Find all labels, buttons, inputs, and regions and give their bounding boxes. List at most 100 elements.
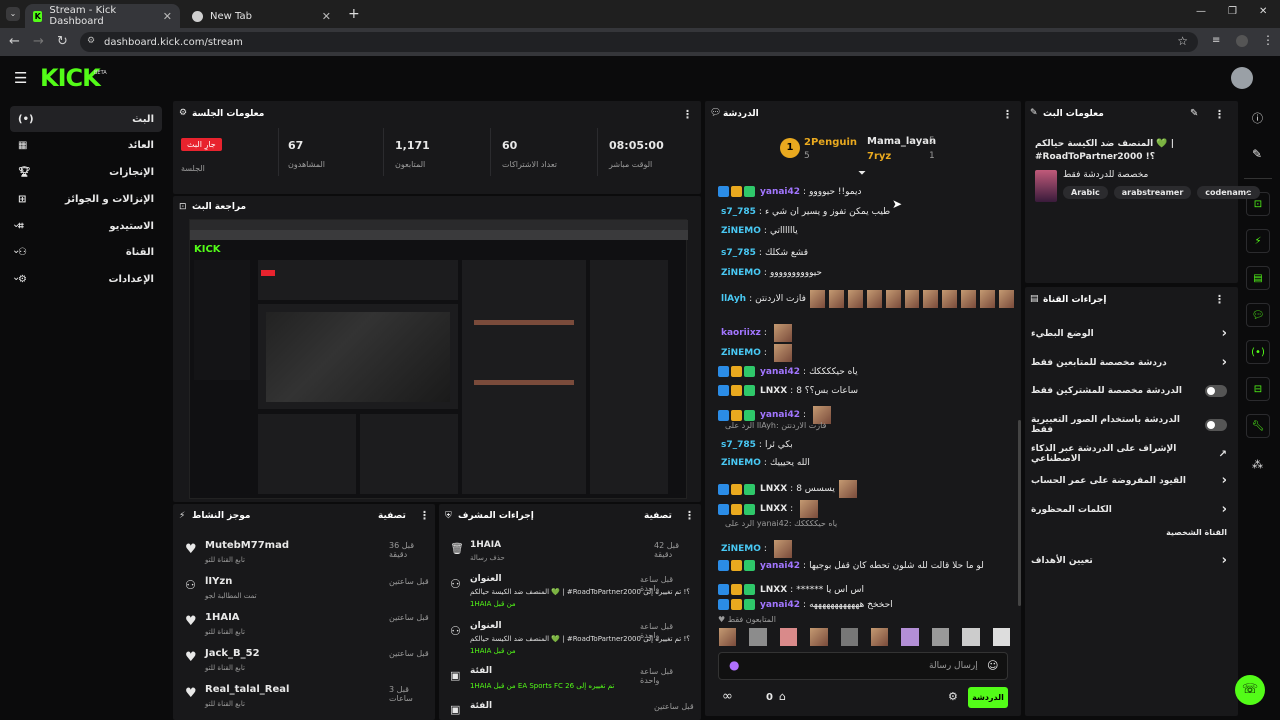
screenshot-icon[interactable]: ⊡ — [1246, 192, 1270, 216]
emote[interactable] — [992, 628, 1011, 646]
chat-username[interactable]: ZiNEMO — [721, 458, 761, 468]
kick-logo[interactable]: KICK — [40, 64, 101, 92]
tag[interactable]: Arabic — [1063, 186, 1108, 199]
banned-words-row[interactable]: الكلمات المحظورة › — [1031, 502, 1227, 517]
close-tab-icon[interactable]: ✕ — [322, 10, 331, 23]
set-goals-row[interactable]: تعيين الأهداف › — [1031, 553, 1227, 568]
sidebar-item-drops[interactable]: ⊞ الإنزالات و الجوائز — [10, 186, 162, 212]
back-icon[interactable]: ← — [9, 34, 20, 49]
infinity-icon[interactable]: ∞ — [722, 689, 733, 704]
shapes-icon[interactable]: ⁂ — [1252, 458, 1263, 471]
chat-username[interactable]: ZiNEMO — [721, 544, 761, 554]
emote[interactable] — [840, 628, 859, 646]
mic-icon[interactable]: ● — [729, 658, 739, 672]
emote[interactable] — [810, 628, 828, 646]
panel-menu-icon[interactable]: ⋮ — [684, 509, 695, 522]
mod-name[interactable]: العنوان — [470, 621, 502, 631]
subs-only-toggle[interactable] — [1205, 385, 1227, 397]
emotes-only-toggle[interactable] — [1205, 419, 1227, 431]
ai-moderation-row[interactable]: الإشراف على الدردشة عبر الذكاء الاصطناعي… — [1031, 444, 1227, 464]
chat-input[interactable]: ☺ إرسال رسالة ● — [718, 652, 1008, 680]
profile-icon[interactable] — [1236, 35, 1248, 47]
account-age-row[interactable]: القيود المفروضة على عمر الحساب › — [1031, 473, 1227, 488]
mod-name[interactable]: الفئة — [470, 666, 492, 676]
activity-name[interactable]: lIYzn — [205, 576, 232, 587]
chat-username[interactable]: LNXX — [760, 484, 787, 494]
reload-icon[interactable]: ↻ — [57, 34, 68, 49]
window-controls[interactable]: — ❐ ✕ — [1196, 6, 1267, 17]
mod-name[interactable]: العنوان — [470, 574, 502, 584]
forward-icon[interactable]: → — [33, 34, 44, 49]
hamburger-menu-icon[interactable]: ☰ — [14, 69, 27, 87]
filter-button[interactable]: تصفية — [644, 511, 672, 521]
tab-list-button[interactable]: ⌄ — [6, 7, 20, 21]
chat-username[interactable]: yanai42 — [760, 367, 800, 377]
notes-icon[interactable]: ▤ — [1246, 266, 1270, 290]
emote[interactable] — [931, 628, 950, 646]
emoji-icon[interactable]: ☺ — [987, 659, 998, 672]
chevron-down-icon[interactable]: ⌄ — [12, 219, 20, 230]
browser-tab-kick[interactable]: K Stream - Kick Dashboard ✕ — [25, 4, 180, 28]
emote[interactable] — [901, 628, 919, 646]
leaderboard-name[interactable]: 2Penguin — [804, 137, 857, 148]
info-icon[interactable]: ⓘ — [1252, 110, 1263, 126]
send-chat-button[interactable]: الدردشة — [968, 687, 1008, 708]
address-bar[interactable]: ⚙ dashboard.kick.com/stream ☆ — [80, 32, 1198, 52]
panel-menu-icon[interactable]: ⋮ — [1214, 108, 1225, 121]
chat-username[interactable]: s7_785 — [721, 248, 756, 258]
sidebar-item-home[interactable]: ▦ العائد — [10, 132, 162, 158]
chat-bubble-icon[interactable]: 💬︎ — [1246, 303, 1270, 327]
browser-tab-newtab[interactable]: New Tab ✕ — [184, 4, 339, 28]
layout-icon[interactable]: ⊟ — [1246, 377, 1270, 401]
chevron-down-icon[interactable]: ⌄ — [12, 272, 20, 283]
maximize-icon[interactable]: ❐ — [1228, 6, 1237, 17]
minimize-icon[interactable]: — — [1196, 6, 1206, 17]
mod-name[interactable]: 1HAIA — [470, 540, 501, 550]
new-tab-icon[interactable]: + — [348, 6, 360, 22]
chat-scrollbar[interactable] — [1018, 420, 1021, 606]
broadcast-icon[interactable]: (•) — [1246, 340, 1270, 364]
chat-username[interactable]: ZiNEMO — [721, 268, 761, 278]
chat-username[interactable]: s7_785 — [721, 207, 756, 217]
emote[interactable] — [719, 628, 737, 646]
tag[interactable]: arabstreamer — [1113, 186, 1192, 199]
chat-username[interactable]: yanai42 — [760, 187, 800, 197]
chat-username[interactable]: yanai42 — [760, 600, 800, 610]
panel-menu-icon[interactable]: ⋮ — [682, 108, 693, 121]
sidebar-item-settings[interactable]: ⚙ الإعدادات — [10, 266, 162, 292]
chat-username[interactable]: yanai42 — [760, 410, 800, 420]
chat-username[interactable]: yanai42 — [760, 561, 800, 571]
bookmark-star-icon[interactable]: ☆ — [1177, 34, 1188, 48]
slow-mode-row[interactable]: الوضع البطيء › — [1031, 326, 1227, 341]
chat-username[interactable]: ZiNEMO — [721, 348, 761, 358]
chat-username[interactable]: ZiNEMO — [721, 226, 761, 236]
sidebar-item-studio[interactable]: ⌗ الاستيديو — [10, 213, 162, 239]
stream-preview-video[interactable]: KICK — [189, 219, 688, 499]
leaderboard-name[interactable]: Mama_layan — [867, 136, 936, 147]
sidebar-item-channel[interactable]: ⚇ القناة — [10, 239, 162, 265]
pencil-icon[interactable]: ✎ — [1252, 147, 1262, 161]
chat-settings-icon[interactable]: ⚙ — [948, 690, 958, 703]
chat-username[interactable]: LNXX — [760, 504, 787, 514]
close-window-icon[interactable]: ✕ — [1259, 6, 1267, 17]
sidebar-item-stream[interactable]: (•) البث — [10, 106, 162, 132]
emote[interactable] — [749, 628, 767, 646]
leaderboard-name[interactable]: 7ryz — [867, 151, 891, 162]
user-avatar[interactable] — [1231, 67, 1253, 89]
browser-menu-icon[interactable]: ⋮ — [1262, 33, 1274, 47]
edit-icon[interactable]: ✎ — [1190, 108, 1198, 119]
filter-button[interactable]: تصفية — [378, 511, 406, 521]
panel-menu-icon[interactable]: ⋮ — [1002, 108, 1013, 121]
site-info-icon[interactable]: ⚙ — [87, 36, 95, 46]
activity-name[interactable]: MutebM77mad — [205, 540, 289, 551]
mod-name[interactable]: الفئة — [470, 701, 492, 711]
close-tab-icon[interactable]: ✕ — [163, 10, 172, 23]
extensions-icon[interactable]: ≡ — [1212, 35, 1220, 46]
chat-username[interactable]: s7_785 — [721, 440, 756, 450]
help-chat-button[interactable]: ☏ — [1235, 675, 1265, 705]
chat-username[interactable]: kaoriixz — [721, 328, 761, 338]
lightning-icon[interactable]: ⚡︎ — [1246, 229, 1270, 253]
chat-username[interactable]: llAyh — [721, 294, 746, 304]
activity-name[interactable]: Jack_B_52 — [205, 648, 260, 659]
panel-menu-icon[interactable]: ⋮ — [419, 509, 430, 522]
